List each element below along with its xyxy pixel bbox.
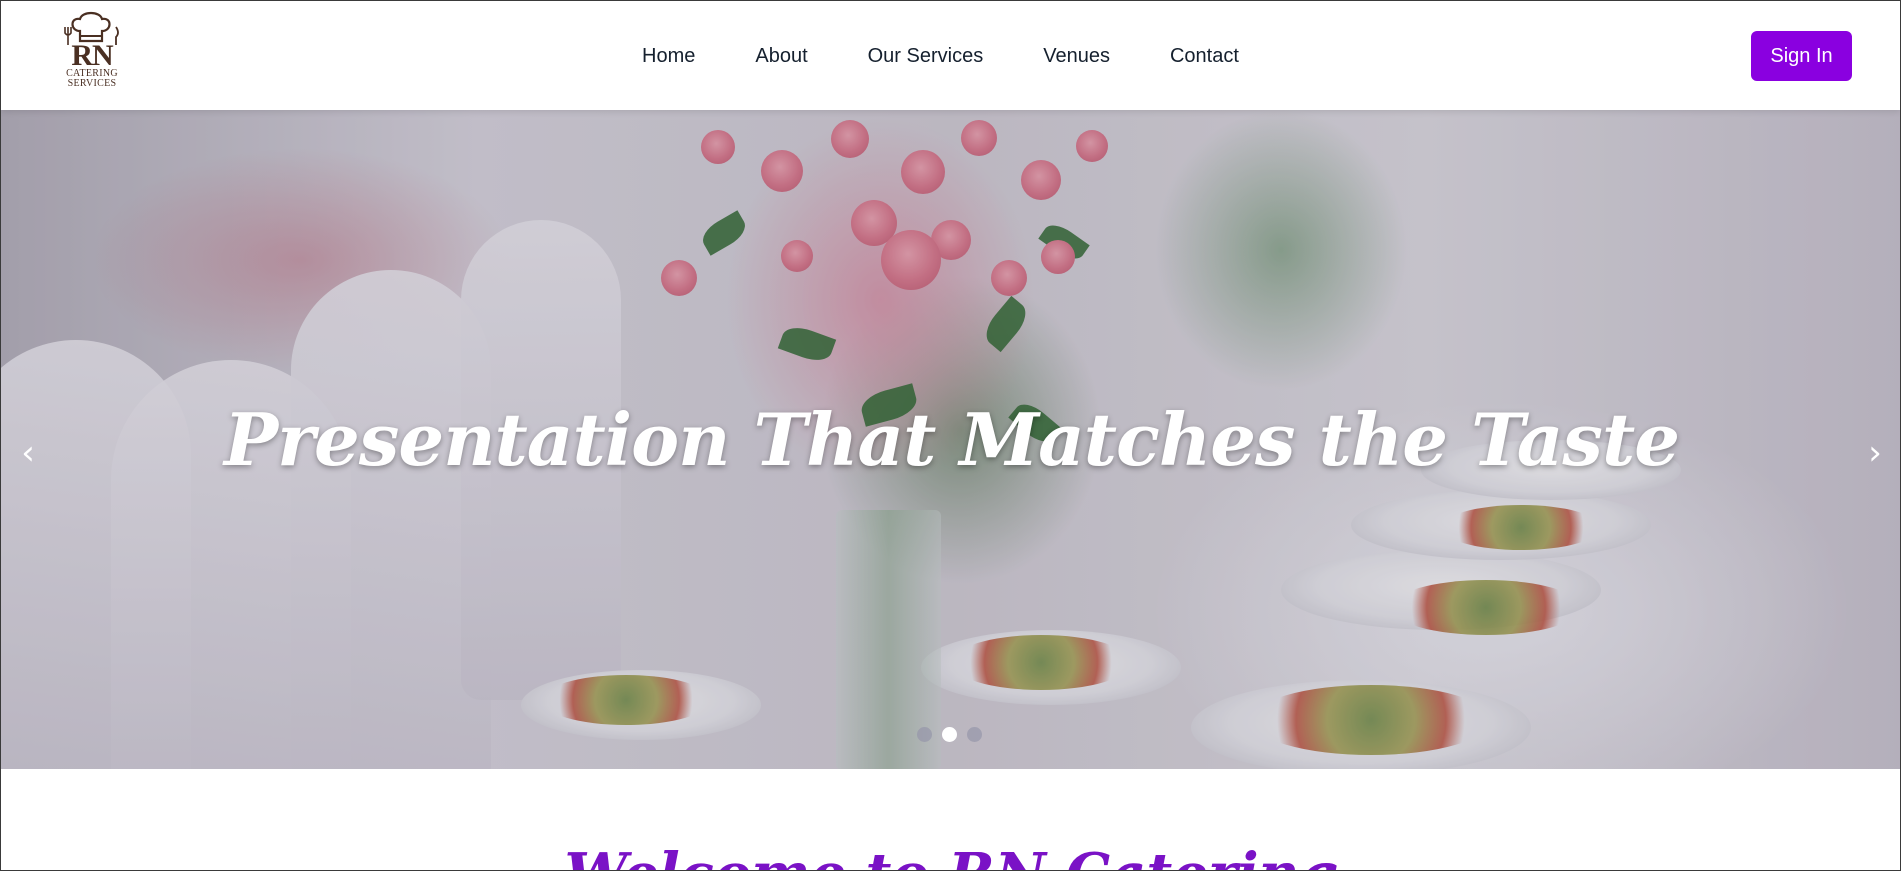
- welcome-heading: Welcome to RN Catering: [1, 839, 1900, 870]
- carousel-dot-1[interactable]: [917, 727, 932, 742]
- carousel-prev-button[interactable]: ‹: [8, 428, 48, 478]
- hero-title: Presentation That Matches the Taste: [223, 397, 1680, 482]
- carousel-dot-2[interactable]: [942, 727, 957, 742]
- brand-logo[interactable]: RN CATERING SERVICES: [50, 11, 134, 99]
- hero-carousel: Presentation That Matches the Taste ‹ ›: [1, 110, 1900, 769]
- chevron-left-icon: ‹: [21, 433, 35, 473]
- chevron-right-icon: ›: [1868, 433, 1882, 473]
- nav-venues[interactable]: Venues: [1043, 43, 1110, 69]
- nav-contact[interactable]: Contact: [1170, 43, 1239, 69]
- logo-subtitle-line2: SERVICES: [67, 78, 117, 89]
- nav-about[interactable]: About: [755, 43, 807, 69]
- nav-home[interactable]: Home: [642, 43, 695, 69]
- carousel-indicators: [917, 727, 982, 742]
- sign-in-button[interactable]: Sign In: [1751, 31, 1852, 81]
- main-nav: Home About Our Services Venues Contact: [642, 43, 1239, 69]
- carousel-dot-3[interactable]: [967, 727, 982, 742]
- site-header: RN CATERING SERVICES Home About Our Serv…: [1, 1, 1900, 110]
- page: RN CATERING SERVICES Home About Our Serv…: [0, 0, 1901, 871]
- nav-our-services[interactable]: Our Services: [868, 43, 984, 69]
- logo-wordmark: RN: [71, 39, 113, 72]
- carousel-next-button[interactable]: ›: [1855, 428, 1895, 478]
